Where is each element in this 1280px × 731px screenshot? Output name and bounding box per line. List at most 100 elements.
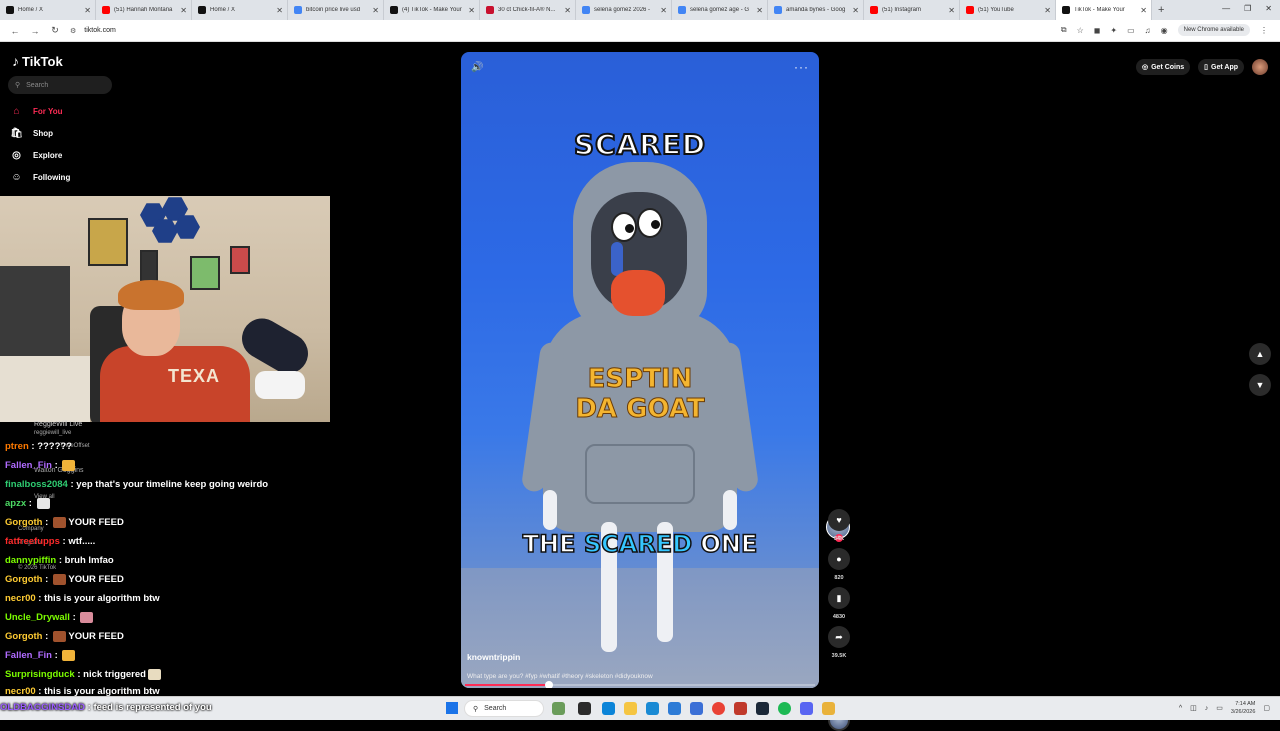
browser-tab[interactable]: selena gomez age - G ✕ [672, 0, 768, 20]
get-coins-button[interactable]: ◎ Get Coins [1136, 59, 1191, 75]
share-icon[interactable]: ➦ [828, 626, 850, 648]
close-icon[interactable]: ✕ [468, 6, 475, 15]
restore-icon[interactable]: ❐ [1244, 4, 1251, 13]
next-video-button[interactable]: ▼ [1249, 374, 1271, 396]
header-actions: ◎ Get Coins ▯ Get App [1136, 59, 1268, 75]
steam-icon[interactable] [756, 702, 769, 715]
tiktok-logo[interactable]: ♪ TikTok [12, 53, 63, 69]
search-input[interactable]: ⚲ Search [8, 76, 112, 94]
browser-tab[interactable]: Home / X ✕ [192, 0, 288, 20]
close-icon[interactable]: ✕ [660, 6, 667, 15]
sidebar-item-shop[interactable]: 🛍 Shop [10, 127, 53, 140]
sidebar-item-explore[interactable]: ◎ Explore [10, 149, 62, 162]
progress-handle[interactable] [545, 681, 553, 688]
back-icon[interactable]: ← [10, 26, 20, 36]
chrome-icon[interactable] [712, 702, 725, 715]
notification-icon[interactable]: ▢ [1263, 704, 1270, 712]
install-icon[interactable]: ⧉ [1061, 25, 1067, 35]
get-app-button[interactable]: ▯ Get App [1198, 59, 1244, 75]
site-info-icon[interactable]: ⚙ [70, 27, 76, 35]
heart-icon[interactable]: ♥ [828, 509, 850, 531]
user-avatar[interactable] [1252, 59, 1268, 75]
chat-username: necr00 [5, 686, 36, 696]
progress-fill [465, 684, 549, 686]
sidebar-item-for-you[interactable]: ⌂ For You [10, 105, 62, 118]
spotify-icon[interactable] [778, 702, 791, 715]
close-icon[interactable]: ✕ [84, 6, 91, 15]
close-icon[interactable]: ✕ [276, 6, 283, 15]
close-icon[interactable]: ✕ [948, 6, 955, 15]
minimize-icon[interactable]: — [1222, 4, 1230, 13]
profile-icon[interactable]: ◉ [1161, 26, 1168, 35]
browser-tab[interactable]: Home / X ✕ [0, 0, 96, 20]
chat-username: Fallen_Fin [5, 650, 52, 662]
video-author[interactable]: knowntrippin [467, 652, 520, 662]
more-options-icon[interactable]: ··· [794, 60, 809, 74]
tiktok-icon [390, 6, 398, 14]
browser-tab[interactable]: 30 ct Chick-fil-A® N... ✕ [480, 0, 576, 20]
copilot-icon[interactable] [602, 702, 615, 715]
comment-count: 820 [834, 575, 844, 581]
speaker-icon[interactable]: ♪ [1205, 705, 1209, 712]
chat-line: Surprisingduck : nick triggered [5, 669, 161, 680]
comment-icon[interactable]: ● [828, 548, 850, 570]
close-icon[interactable]: ✕ [180, 6, 187, 15]
file-explorer-icon[interactable] [624, 702, 637, 715]
edge-icon[interactable] [646, 702, 659, 715]
tab-label: (51) Hannah Montana [114, 7, 173, 13]
browser-tab[interactable]: selena gomez 2026 - ✕ [576, 0, 672, 20]
battery-icon[interactable]: ▭ [1216, 704, 1223, 712]
like-action[interactable]: ♥ 34K [826, 509, 852, 542]
volume-icon[interactable]: 🔊 [471, 62, 483, 73]
share-action[interactable]: ➦ 39.5K [826, 626, 852, 659]
sidepanel-icon[interactable]: ▭ [1127, 26, 1135, 35]
comment-action[interactable]: ● 820 [826, 548, 852, 581]
browser-tab[interactable]: bitcoin price live usd ✕ [288, 0, 384, 20]
video-player[interactable]: ESPTIN DA GOAT SCARED THE SCARED ONE 🔊 ·… [461, 52, 819, 688]
app-icon[interactable] [734, 702, 747, 715]
window-close-icon[interactable]: ✕ [1265, 4, 1272, 13]
save-action[interactable]: ▮ 4830 [826, 587, 852, 620]
browser-tab-active[interactable]: TikTok - Make Your ✕ [1056, 0, 1152, 20]
close-icon[interactable]: ✕ [1140, 6, 1147, 15]
chevron-up-icon[interactable]: ^ [1179, 705, 1182, 712]
browser-tab[interactable]: amanda bynes - Goog ✕ [768, 0, 864, 20]
windows-start-icon[interactable] [446, 702, 458, 714]
close-icon[interactable]: ✕ [372, 6, 379, 15]
taskbar-search[interactable]: ⚲ Search [464, 700, 544, 717]
media-icon[interactable]: ♫ [1145, 26, 1151, 35]
chat-ticker: OLDBAGGINSDAD : feed is represented of y… [0, 702, 212, 713]
close-icon[interactable]: ✕ [756, 6, 763, 15]
browser-tab[interactable]: (51) YouTube ✕ [960, 0, 1056, 20]
weather-icon[interactable] [552, 702, 565, 715]
tab-label: TikTok - Make Your [1074, 7, 1125, 13]
browser-tab[interactable]: (51) Instagram ✕ [864, 0, 960, 20]
browser-tab[interactable]: (4) TikTok - Make Your ✕ [384, 0, 480, 20]
reload-icon[interactable]: ↻ [50, 25, 60, 36]
address-bar[interactable]: ⚙ tiktok.com [70, 23, 1090, 39]
bookmark-star-icon[interactable]: ☆ [1077, 26, 1084, 35]
store-icon[interactable] [668, 702, 681, 715]
warning-icon[interactable] [822, 702, 835, 715]
video-progress-bar[interactable] [465, 681, 815, 688]
sidebar-item-following[interactable]: ☺ Following [10, 171, 70, 184]
bookmark-icon[interactable]: ▮ [828, 587, 850, 609]
discord-icon[interactable] [800, 702, 813, 715]
forward-icon[interactable]: → [30, 26, 40, 36]
new-chrome-button[interactable]: New Chrome available [1177, 24, 1250, 36]
photos-icon[interactable] [690, 702, 703, 715]
close-icon[interactable]: ✕ [1044, 6, 1051, 15]
new-tab-icon[interactable]: + [1158, 4, 1164, 16]
browser-tab[interactable]: (51) Hannah Montana ✕ [96, 0, 192, 20]
puzzle-icon[interactable]: ✦ [1110, 26, 1117, 35]
close-icon[interactable]: ✕ [852, 6, 859, 15]
menu-dots-icon[interactable]: ⋮ [1260, 26, 1268, 35]
task-view-icon[interactable] [578, 702, 591, 715]
previous-video-button[interactable]: ▲ [1249, 343, 1271, 365]
tiktok-note-icon: ♪ [12, 53, 19, 69]
extension-icon[interactable]: ◼ [1094, 26, 1101, 35]
clock[interactable]: 7:14 AM 3/26/2026 [1231, 700, 1255, 716]
chat-line: Fallen_Fin : [5, 650, 76, 662]
network-icon[interactable]: ◫ [1190, 704, 1197, 712]
close-icon[interactable]: ✕ [564, 6, 571, 15]
